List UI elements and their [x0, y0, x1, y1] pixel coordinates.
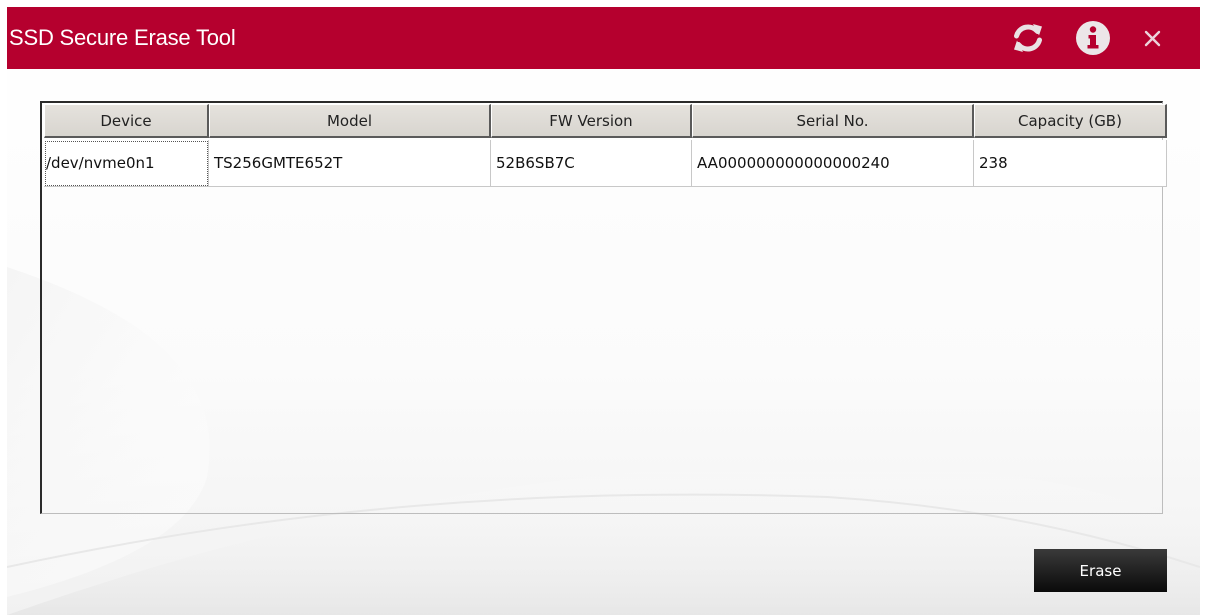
- device-table: Device Model FW Version Serial No. Capac…: [40, 101, 1167, 514]
- column-header-fw-version[interactable]: FW Version: [491, 104, 692, 138]
- cell-capacity[interactable]: 238: [974, 140, 1167, 187]
- cell-model[interactable]: TS256GMTE652T: [209, 140, 491, 187]
- refresh-icon[interactable]: [1009, 19, 1047, 57]
- column-header-device[interactable]: Device: [44, 104, 209, 138]
- cell-device[interactable]: /dev/nvme0n1: [44, 140, 209, 187]
- window-title: SSD Secure Erase Tool: [9, 25, 236, 50]
- column-header-capacity[interactable]: Capacity (GB): [974, 104, 1167, 138]
- app-window: SSD Secure Erase Tool Device Model FW Ve…: [7, 7, 1200, 615]
- erase-button[interactable]: Erase: [1034, 549, 1167, 592]
- title-bar: SSD Secure Erase Tool: [7, 7, 1200, 69]
- close-icon[interactable]: [1134, 19, 1172, 57]
- table-row[interactable]: /dev/nvme0n1 TS256GMTE652T 52B6SB7C AA00…: [44, 140, 1167, 187]
- info-icon[interactable]: [1074, 19, 1112, 57]
- column-header-serial-no[interactable]: Serial No.: [692, 104, 974, 138]
- column-header-model[interactable]: Model: [209, 104, 491, 138]
- cell-fw-version[interactable]: 52B6SB7C: [491, 140, 692, 187]
- table-header: Device Model FW Version Serial No. Capac…: [44, 104, 1167, 138]
- cell-serial-no[interactable]: AA000000000000000240: [692, 140, 974, 187]
